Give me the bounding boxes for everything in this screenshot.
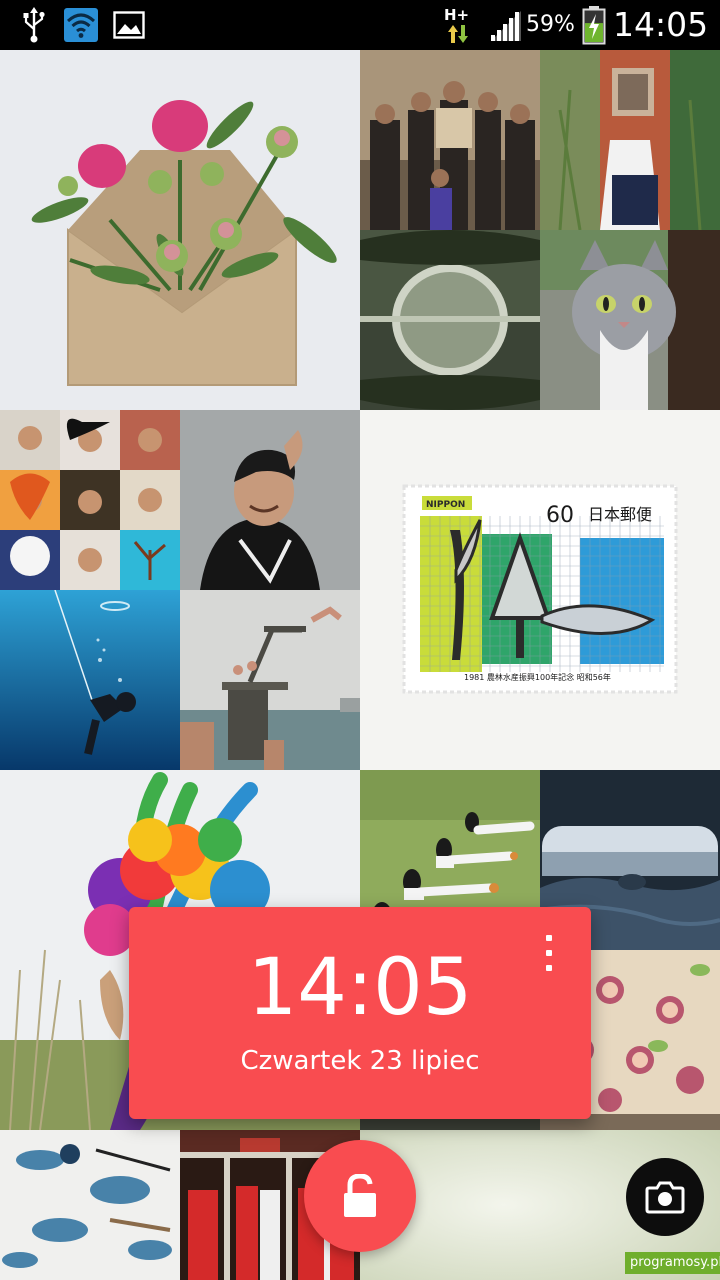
image-icon [112, 0, 146, 50]
underwater-diver-photo [0, 590, 180, 770]
stone-bridge-reflection-photo [360, 230, 540, 410]
camera-icon [645, 1181, 685, 1214]
lockscreen-clock-card: 14:05 Czwartek 23 lipiec [129, 907, 591, 1119]
group-portrait-photo [360, 50, 540, 230]
diving-tower-photo [180, 590, 360, 770]
grey-cat-window-photo [540, 230, 720, 410]
young-man-portrait-photo [180, 410, 360, 590]
unlock-icon [344, 1174, 376, 1217]
menu-dot [546, 950, 552, 956]
unlock-button[interactable] [304, 1140, 416, 1252]
data-arrows-icon [446, 24, 470, 44]
japanese-stamp-photo: NIPPON 60 日本郵便 1981 農林水産振興100年記念 昭和56年 [360, 410, 720, 770]
stamp-footer-label: 1981 農林水産振興100年記念 昭和56年 [464, 672, 611, 682]
watercolor-desk-photo [0, 1130, 180, 1280]
camera-button[interactable] [626, 1158, 704, 1236]
stamp-value-label: 60 [546, 503, 574, 528]
woman-face-cover-photo [540, 50, 720, 230]
usb-icon [18, 0, 50, 50]
status-bar: H+ 59% 14:05 [0, 0, 720, 50]
status-clock: 14:05 [613, 5, 709, 44]
lock-time: 14:05 [247, 943, 473, 1033]
envelope-peonies-photo [0, 50, 360, 410]
lock-date: Czwartek 23 lipiec [240, 1046, 480, 1076]
watermark-label: programosy.pl [625, 1252, 720, 1274]
signal-icon [488, 0, 524, 50]
wifi-icon [64, 0, 98, 50]
portrait-collage-photo [0, 410, 180, 590]
stamp-kanji-label: 日本郵便 [588, 505, 652, 524]
network-type-icon: H+ [444, 6, 470, 24]
stamp-country-label: NIPPON [426, 500, 465, 510]
battery-percent: 59% [526, 12, 575, 37]
menu-dot [546, 965, 552, 971]
overflow-menu-icon[interactable] [539, 935, 559, 971]
menu-dot [546, 935, 552, 941]
battery-icon [581, 0, 607, 50]
